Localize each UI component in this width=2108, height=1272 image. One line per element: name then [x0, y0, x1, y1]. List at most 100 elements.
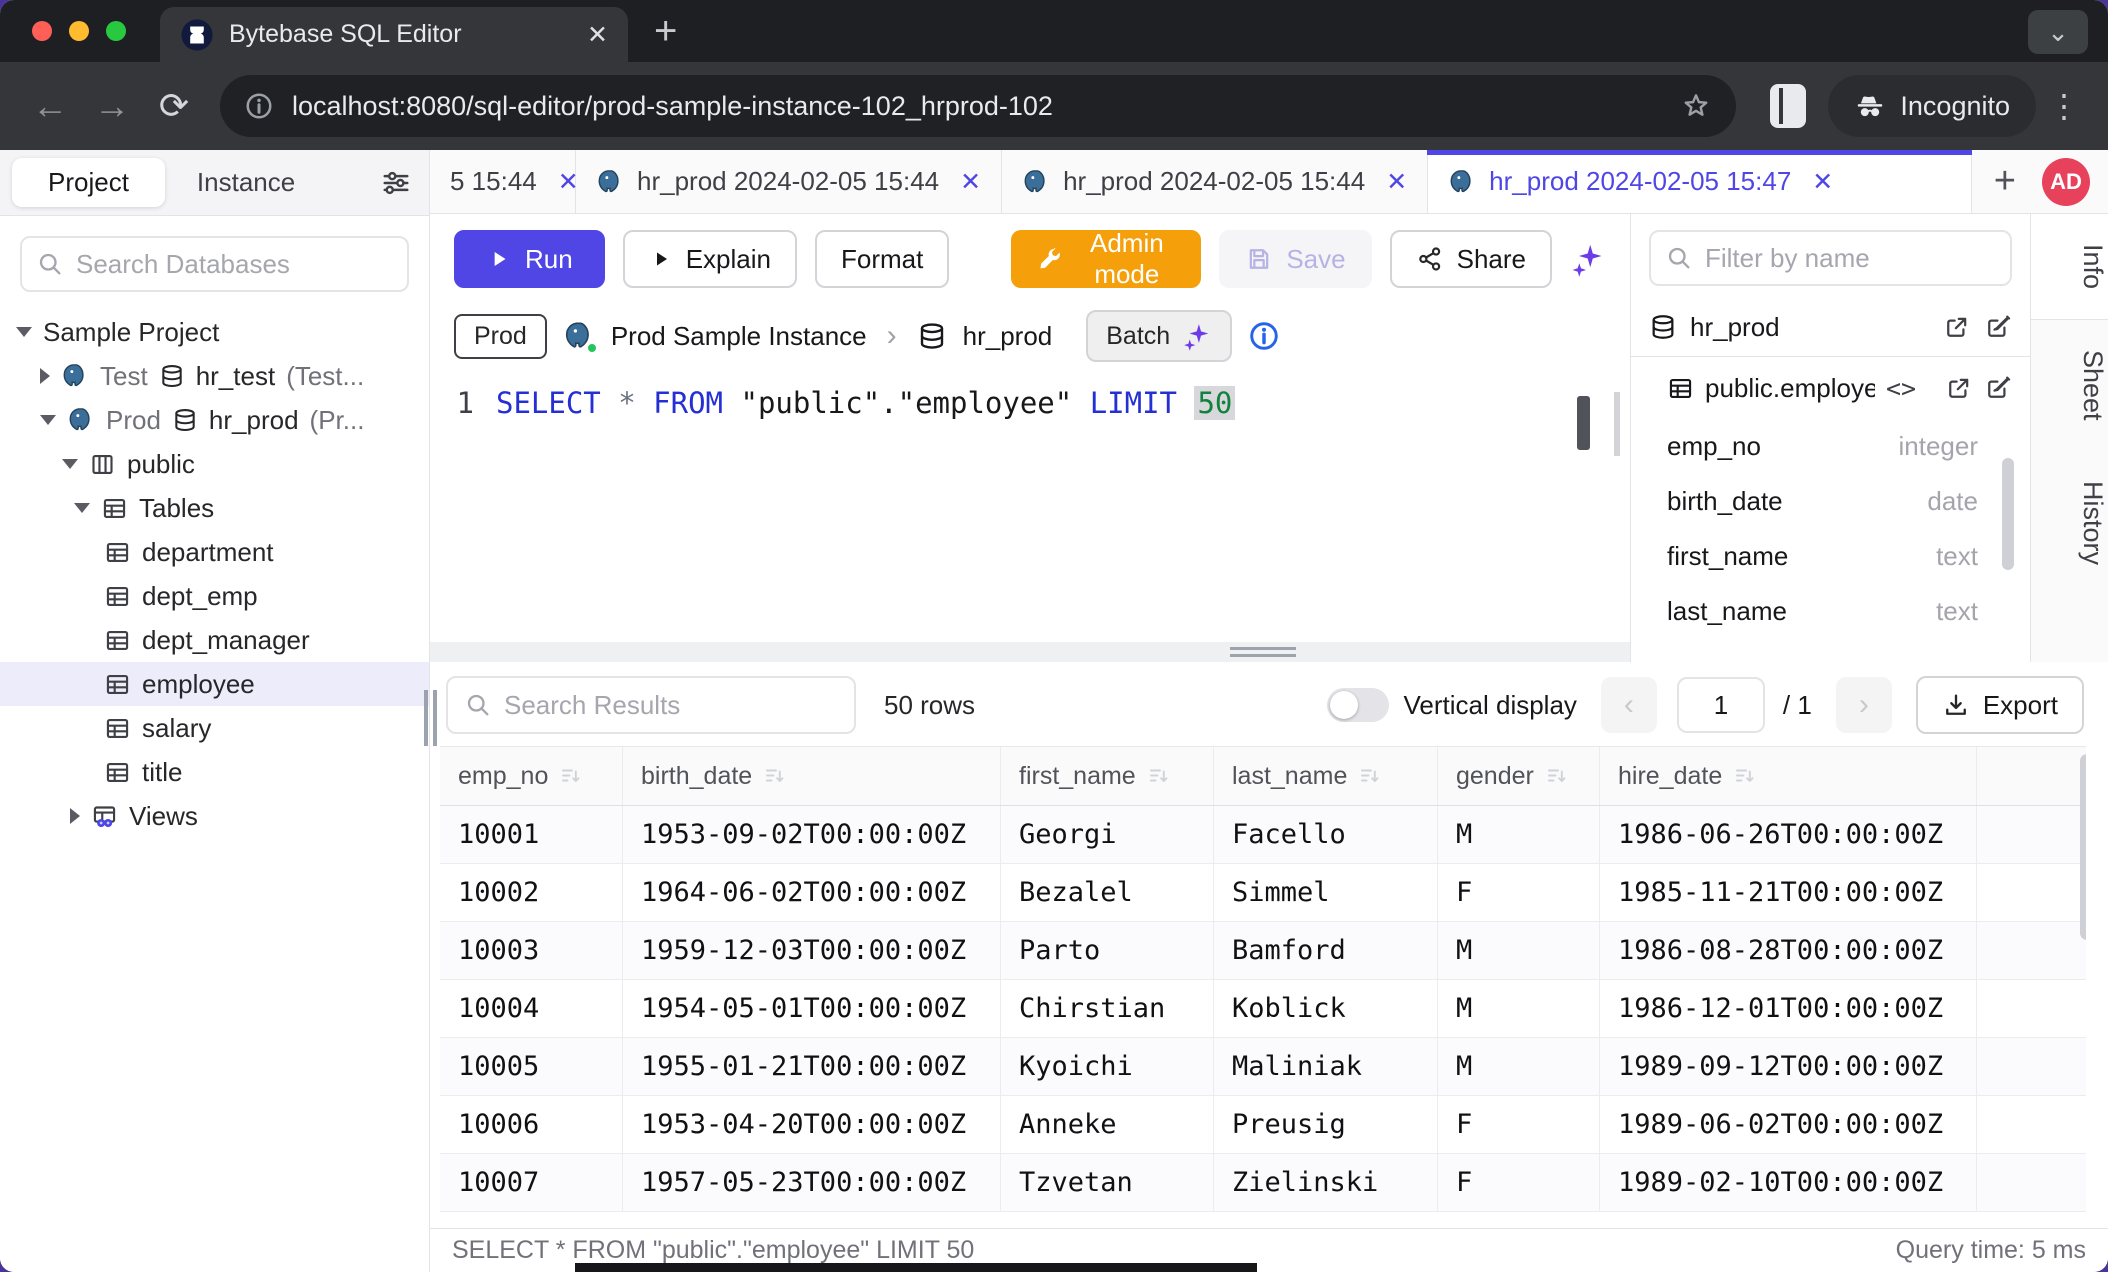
- cell[interactable]: 1954-05-01T00:00:00Z: [623, 980, 1001, 1037]
- bookmark-star-icon[interactable]: [1680, 90, 1712, 122]
- column-header[interactable]: last_name: [1214, 747, 1438, 805]
- column-row[interactable]: birth_date date: [1631, 474, 2030, 529]
- minimize-window-button[interactable]: [69, 21, 89, 41]
- sort-icon[interactable]: [1358, 764, 1382, 788]
- cell[interactable]: 1964-06-02T00:00:00Z: [623, 864, 1001, 921]
- column-header[interactable]: birth_date: [623, 747, 1001, 805]
- sort-icon[interactable]: [763, 764, 787, 788]
- tree-item-public-schema[interactable]: public: [0, 442, 429, 486]
- reload-button[interactable]: ⟳: [146, 78, 202, 134]
- column-row[interactable]: first_name text: [1631, 529, 2030, 584]
- tree-item-hr-prod[interactable]: Prod hr_prod (Pr...: [0, 398, 429, 442]
- table-row[interactable]: 100021964-06-02T00:00:00ZBezalelSimmelF1…: [440, 864, 2086, 922]
- cell[interactable]: F: [1438, 1096, 1600, 1153]
- cell[interactable]: Bamford: [1214, 922, 1438, 979]
- next-page-button[interactable]: ›: [1836, 677, 1892, 733]
- close-window-button[interactable]: [32, 21, 52, 41]
- sort-icon[interactable]: [1545, 764, 1569, 788]
- cell[interactable]: Chirstian: [1001, 980, 1214, 1037]
- format-button[interactable]: Format: [815, 230, 949, 288]
- page-input[interactable]: [1677, 677, 1765, 733]
- ai-sparkles-icon[interactable]: [1570, 241, 1606, 277]
- editor-tab-1[interactable]: 5 15:44 ✕: [430, 150, 576, 213]
- column-row[interactable]: emp_no integer: [1631, 419, 2030, 474]
- prev-page-button[interactable]: ‹: [1601, 677, 1657, 733]
- sql-line[interactable]: 1 SELECT * FROM "public"."employee" LIMI…: [430, 386, 1630, 420]
- cell[interactable]: Zielinski: [1214, 1154, 1438, 1211]
- close-tab-icon[interactable]: ✕: [1812, 167, 1833, 197]
- cell[interactable]: Georgi: [1001, 806, 1214, 863]
- tab-search-button[interactable]: ⌄: [2028, 10, 2088, 54]
- tree-item-views[interactable]: Views: [0, 794, 429, 838]
- sort-icon[interactable]: [559, 764, 583, 788]
- tree-item-table-dept-emp[interactable]: dept_emp: [0, 574, 429, 618]
- caret-right-icon[interactable]: [40, 368, 50, 384]
- new-query-tab-button[interactable]: +: [1972, 150, 2038, 213]
- browser-tab[interactable]: Bytebase SQL Editor ✕: [160, 7, 628, 62]
- table-row[interactable]: 100051955-01-21T00:00:00ZKyoichiMaliniak…: [440, 1038, 2086, 1096]
- cell[interactable]: 1959-12-03T00:00:00Z: [623, 922, 1001, 979]
- forward-button[interactable]: →: [84, 78, 140, 134]
- tree-item-hr-test[interactable]: Test hr_test (Test...: [0, 354, 429, 398]
- editor-tab-4-active[interactable]: hr_prod 2024-02-05 15:47 ✕: [1428, 150, 1972, 213]
- cell[interactable]: Bezalel: [1001, 864, 1214, 921]
- cell[interactable]: 1989-09-12T00:00:00Z: [1600, 1038, 1977, 1095]
- tree-item-tables[interactable]: Tables: [0, 486, 429, 530]
- editor-tab-2[interactable]: hr_prod 2024-02-05 15:44 ✕: [576, 150, 1002, 213]
- rail-tab-info[interactable]: Info: [2031, 214, 2108, 320]
- edit-table-button[interactable]: [1984, 374, 2012, 402]
- new-tab-button[interactable]: +: [654, 9, 677, 54]
- table-row[interactable]: 100061953-04-20T00:00:00ZAnnekePreusigF1…: [440, 1096, 2086, 1154]
- schema-filter[interactable]: [1649, 230, 2012, 286]
- cell[interactable]: M: [1438, 922, 1600, 979]
- side-panel-icon[interactable]: [1770, 84, 1806, 128]
- admin-mode-button[interactable]: Admin mode: [1011, 230, 1201, 288]
- cell[interactable]: F: [1438, 1154, 1600, 1211]
- sort-icon[interactable]: [1733, 764, 1757, 788]
- table-row[interactable]: 100041954-05-01T00:00:00ZChirstianKoblic…: [440, 980, 2086, 1038]
- cell[interactable]: Tzvetan: [1001, 1154, 1214, 1211]
- export-button[interactable]: Export: [1916, 676, 2084, 734]
- cell[interactable]: Parto: [1001, 922, 1214, 979]
- cell[interactable]: 10004: [440, 980, 623, 1037]
- database-search[interactable]: [20, 236, 409, 292]
- sql-code-area[interactable]: 1 SELECT * FROM "public"."employee" LIMI…: [430, 376, 1630, 642]
- database-search-input[interactable]: [76, 249, 393, 280]
- url-text[interactable]: localhost:8080/sql-editor/prod-sample-in…: [292, 91, 1662, 122]
- editor-results-divider[interactable]: [430, 642, 1630, 662]
- tab-instance[interactable]: Instance: [165, 158, 327, 207]
- address-bar[interactable]: localhost:8080/sql-editor/prod-sample-in…: [220, 75, 1736, 137]
- tree-item-table-employee[interactable]: employee: [0, 662, 429, 706]
- maximize-window-button[interactable]: [106, 21, 126, 41]
- info-icon[interactable]: [1248, 320, 1280, 352]
- table-row[interactable]: 100011953-09-02T00:00:00ZGeorgiFacelloM1…: [440, 806, 2086, 864]
- tree-item-table-salary[interactable]: salary: [0, 706, 429, 750]
- cell[interactable]: 1953-04-20T00:00:00Z: [623, 1096, 1001, 1153]
- cell[interactable]: 1989-06-02T00:00:00Z: [1600, 1096, 1977, 1153]
- rail-tab-sheet[interactable]: Sheet: [2031, 320, 2108, 451]
- cell[interactable]: M: [1438, 1038, 1600, 1095]
- cell[interactable]: Kyoichi: [1001, 1038, 1214, 1095]
- column-header[interactable]: first_name: [1001, 747, 1214, 805]
- pane-resize-handle[interactable]: [1614, 392, 1620, 456]
- browser-menu-icon[interactable]: ⋮: [2042, 87, 2086, 125]
- schema-database-row[interactable]: hr_prod: [1631, 298, 2030, 356]
- divider-grip-icon[interactable]: [1230, 647, 1296, 657]
- save-button[interactable]: Save: [1219, 230, 1371, 288]
- column-header[interactable]: gender: [1438, 747, 1600, 805]
- sidebar-resize-handle[interactable]: [421, 690, 439, 746]
- cell[interactable]: 1986-06-26T00:00:00Z: [1600, 806, 1977, 863]
- cell[interactable]: 10001: [440, 806, 623, 863]
- sort-icon[interactable]: [1147, 764, 1171, 788]
- caret-down-icon[interactable]: [74, 503, 90, 513]
- close-tab-icon[interactable]: ✕: [1386, 167, 1407, 197]
- cell[interactable]: 10002: [440, 864, 623, 921]
- tab-project[interactable]: Project: [12, 158, 165, 207]
- cell[interactable]: Koblick: [1214, 980, 1438, 1037]
- cell[interactable]: 10007: [440, 1154, 623, 1211]
- cell[interactable]: 10005: [440, 1038, 623, 1095]
- tree-item-project[interactable]: Sample Project: [0, 310, 429, 354]
- schema-scrollbar-thumb[interactable]: [2002, 458, 2014, 570]
- batch-button[interactable]: Batch: [1086, 310, 1232, 362]
- run-button[interactable]: Run: [454, 230, 605, 288]
